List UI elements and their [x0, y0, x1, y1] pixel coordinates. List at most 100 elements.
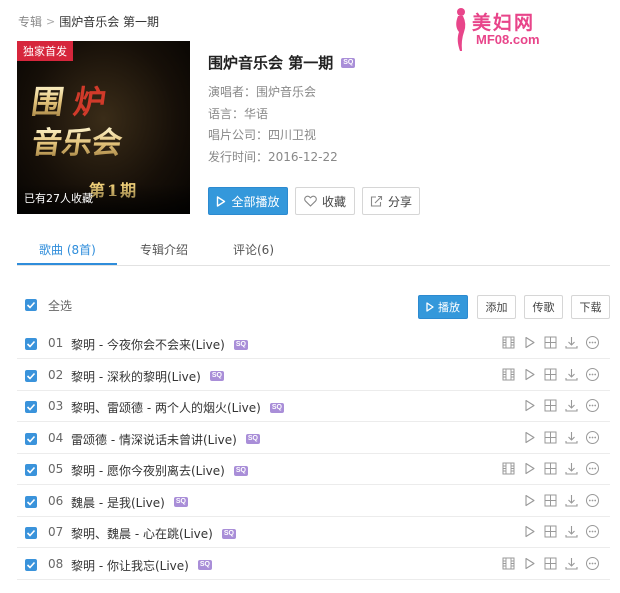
song-checkbox[interactable] — [25, 338, 37, 350]
play-icon[interactable] — [522, 493, 537, 508]
download-icon[interactable] — [564, 398, 579, 413]
svg-text:音乐会: 音乐会 — [31, 126, 124, 159]
download-icon[interactable] — [564, 493, 579, 508]
sq-badge: SQ — [173, 497, 188, 507]
song-row-08[interactable]: 08 黎明 - 你让我忘(Live) SQ — [17, 549, 610, 580]
add-to-list-icon[interactable] — [543, 430, 558, 445]
send-song-label: 传歌 — [532, 301, 555, 314]
download-icon[interactable] — [564, 556, 579, 571]
tab-comments[interactable]: 评论(6) — [233, 241, 274, 258]
album-cover[interactable]: 独家首发 围 炉 音乐会 第1期 已有27人收藏 — [17, 41, 190, 214]
song-row-01[interactable]: 01 黎明 - 今夜你会不会来(Live) SQ — [17, 328, 610, 359]
play-icon[interactable] — [522, 398, 537, 413]
tab-album-intro[interactable]: 专辑介绍 — [140, 241, 188, 258]
song-title[interactable]: 黎明 - 愿你今夜别离去(Live) — [71, 462, 225, 479]
more-icon[interactable] — [585, 398, 600, 413]
song-title[interactable]: 黎明 - 你让我忘(Live) — [71, 557, 189, 574]
download-selected-label: 下载 — [579, 301, 602, 314]
mv-icon[interactable] — [501, 367, 516, 382]
song-checkbox[interactable] — [25, 432, 37, 445]
song-number: 01 — [48, 336, 64, 350]
add-to-list-icon[interactable] — [543, 335, 558, 350]
active-tab-indicator — [17, 263, 117, 265]
album-language: 语言：华语 — [208, 105, 268, 122]
song-title[interactable]: 黎明 - 深秋的黎明(Live) — [71, 368, 201, 385]
more-icon[interactable] — [585, 367, 600, 382]
share-button[interactable]: 分享 — [362, 187, 420, 215]
select-all-checkbox[interactable] — [25, 299, 37, 311]
add-to-list-icon[interactable] — [543, 398, 558, 413]
album-singer: 演唱者：围炉音乐会 — [208, 83, 316, 100]
song-checkbox[interactable] — [25, 558, 37, 571]
song-title[interactable]: 黎明、雷颂德 - 两个人的烟火(Live) — [71, 399, 261, 416]
breadcrumb-current: 围炉音乐会 第一期 — [59, 15, 160, 29]
album-company: 唱片公司：四川卫视 — [208, 126, 316, 143]
sq-badge: SQ — [197, 560, 212, 570]
add-to-list-icon[interactable] — [543, 524, 558, 539]
send-song-button[interactable]: 传歌 — [524, 295, 563, 319]
play-icon[interactable] — [522, 524, 537, 539]
add-to-list-icon[interactable] — [543, 461, 558, 476]
sq-badge: SQ — [221, 528, 236, 539]
play-icon[interactable] — [522, 367, 537, 382]
play-icon[interactable] — [522, 430, 537, 445]
play-all-button[interactable]: 全部播放 — [208, 187, 288, 215]
play-icon[interactable] — [522, 556, 537, 571]
more-icon[interactable] — [585, 524, 600, 539]
add-to-list-icon[interactable] — [543, 556, 558, 571]
song-title[interactable]: 雷颂德 - 情深说话未曾讲(Live) — [71, 431, 237, 448]
song-title[interactable]: 魏晨 - 是我(Live) — [71, 494, 165, 511]
add-to-list-icon[interactable] — [543, 493, 558, 508]
song-checkbox[interactable] — [25, 369, 37, 382]
select-all-label[interactable]: 全选 — [48, 297, 72, 314]
breadcrumb: 专辑 > 围炉音乐会 第一期 — [18, 13, 159, 30]
download-icon[interactable] — [564, 367, 579, 382]
song-checkbox[interactable] — [25, 527, 37, 539]
song-actions — [501, 524, 600, 539]
breadcrumb-separator: > — [46, 15, 56, 28]
mv-icon[interactable] — [501, 461, 516, 476]
more-icon[interactable] — [585, 493, 600, 508]
download-icon[interactable] — [564, 335, 579, 350]
song-title[interactable]: 黎明、魏晨 - 心在跳(Live) — [71, 525, 213, 542]
more-icon[interactable] — [585, 556, 600, 571]
singer-value[interactable]: 围炉音乐会 — [256, 85, 316, 99]
svg-text:炉: 炉 — [71, 83, 108, 121]
check-icon — [26, 498, 36, 506]
add-selected-button[interactable]: 添加 — [477, 295, 516, 319]
sq-badge: SQ — [269, 402, 284, 413]
add-to-list-icon[interactable] — [543, 367, 558, 382]
singer-label: 演唱者： — [208, 85, 257, 99]
download-icon[interactable] — [564, 524, 579, 539]
more-icon[interactable] — [585, 335, 600, 350]
song-checkbox[interactable] — [25, 401, 37, 413]
more-icon[interactable] — [585, 430, 600, 445]
watermark-url: MF08.com — [476, 32, 540, 47]
mv-icon[interactable] — [501, 335, 516, 350]
breadcrumb-album-link[interactable]: 专辑 — [18, 13, 42, 30]
download-icon[interactable] — [564, 461, 579, 476]
song-row-06[interactable]: 06 魏晨 - 是我(Live) SQ — [17, 486, 610, 517]
play-selected-button[interactable]: 播放 — [418, 295, 468, 319]
song-row-03[interactable]: 03 黎明、雷颂德 - 两个人的烟火(Live) SQ — [17, 391, 610, 422]
favorite-button[interactable]: 收藏 — [295, 187, 355, 215]
song-title-wrap: 黎明、雷颂德 - 两个人的烟火(Live) SQ — [71, 399, 284, 416]
download-icon[interactable] — [564, 430, 579, 445]
song-row-07[interactable]: 07 黎明、魏晨 - 心在跳(Live) SQ — [17, 517, 610, 548]
mv-icon[interactable] — [501, 556, 516, 571]
song-checkbox[interactable] — [25, 464, 37, 476]
song-title[interactable]: 黎明 - 今夜你会不会来(Live) — [71, 336, 225, 353]
tab-songs[interactable]: 歌曲 (8首) — [39, 241, 96, 258]
song-row-04[interactable]: 04 雷颂德 - 情深说话未曾讲(Live) SQ — [17, 423, 610, 454]
play-icon[interactable] — [522, 461, 537, 476]
download-selected-button[interactable]: 下载 — [571, 295, 610, 319]
play-icon[interactable] — [522, 335, 537, 350]
album-title-text: 围炉音乐会 第一期 — [208, 54, 334, 72]
more-icon[interactable] — [585, 461, 600, 476]
song-row-05[interactable]: 05 黎明 - 愿你今夜别离去(Live) SQ — [17, 454, 610, 485]
song-checkbox[interactable] — [25, 495, 37, 508]
song-title-wrap: 黎明 - 深秋的黎明(Live) SQ — [71, 368, 224, 385]
song-row-02[interactable]: 02 黎明 - 深秋的黎明(Live) SQ — [17, 360, 610, 391]
sq-badge: SQ — [209, 371, 224, 381]
share-icon — [370, 195, 383, 207]
